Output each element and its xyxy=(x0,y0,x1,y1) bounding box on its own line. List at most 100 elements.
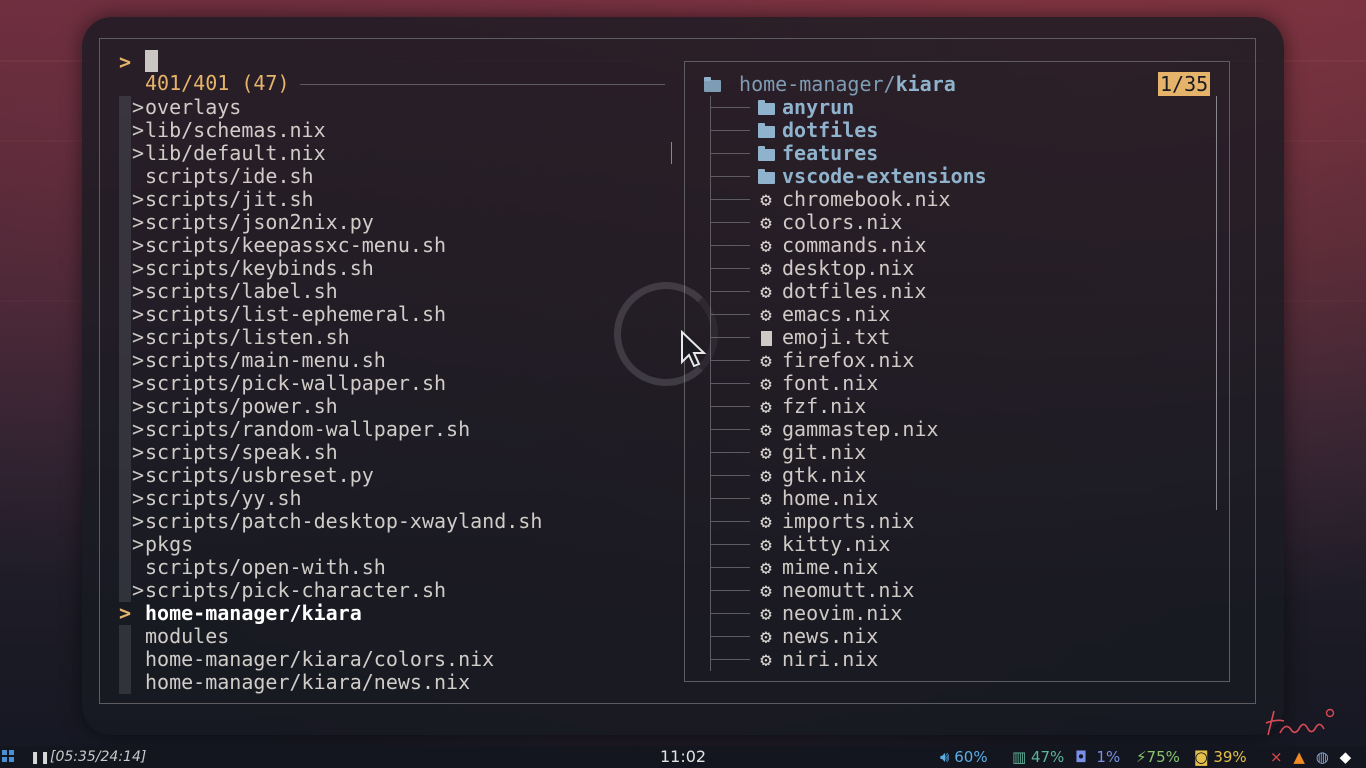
result-path: scripts/random-wallpaper.sh xyxy=(145,417,471,441)
list-item[interactable]: > scripts/main-menu.sh xyxy=(119,349,679,372)
list-item[interactable]: scripts/open-with.sh xyxy=(119,556,679,579)
result-path: scripts/pick-character.sh xyxy=(145,578,447,602)
list-item[interactable]: home-manager/kiara/colors.nix xyxy=(119,648,679,671)
result-path: scripts/open-with.sh xyxy=(145,555,386,579)
selected-result[interactable]: > home-manager/kiara xyxy=(119,602,679,625)
list-item[interactable]: home-manager/kiara/news.nix xyxy=(119,671,679,694)
tree-branch xyxy=(710,659,750,660)
battery-indicator[interactable]: ⚡75% xyxy=(1136,748,1180,766)
tree-branch xyxy=(710,107,750,108)
cpu-icon: ◘ xyxy=(1075,748,1087,766)
list-item[interactable]: modules xyxy=(119,625,679,648)
tree-branch xyxy=(710,360,750,361)
list-item[interactable]: > scripts/json2nix.py xyxy=(119,211,679,234)
preview-scrollbar[interactable] xyxy=(1216,96,1217,510)
query-input[interactable] xyxy=(145,50,158,72)
tree-entry-name: mime.nix xyxy=(782,555,879,579)
selection-gutter xyxy=(119,119,131,142)
memory-value: 47% xyxy=(1030,748,1065,766)
tree-entry-name: neovim.nix xyxy=(782,601,903,625)
brightness-indicator[interactable]: ◙ 39% xyxy=(1194,748,1247,766)
list-item[interactable]: > scripts/random-wallpaper.sh xyxy=(119,418,679,441)
tree-branch xyxy=(710,521,750,522)
multi-select-mark: > xyxy=(132,578,145,602)
cpu-indicator[interactable]: ◘ 1% xyxy=(1075,748,1120,766)
workspaces-icon[interactable] xyxy=(2,750,14,762)
multi-select-mark: > xyxy=(132,486,145,510)
list-item[interactable]: > scripts/list-ephemeral.sh xyxy=(119,303,679,326)
list-item[interactable]: > scripts/usbreset.py xyxy=(119,464,679,487)
tree-file: ⚙ imports.nix xyxy=(704,510,1214,533)
tree-entry-name: vscode-extensions xyxy=(782,164,987,188)
list-item[interactable]: > scripts/pick-wallpaper.sh xyxy=(119,372,679,395)
tree-branch xyxy=(710,268,750,269)
gear-icon: ⚙ xyxy=(760,442,772,464)
list-item[interactable]: > lib/schemas.nix xyxy=(119,119,679,142)
multi-select-mark: > xyxy=(132,141,145,165)
list-item[interactable]: > pkgs xyxy=(119,533,679,556)
selection-gutter xyxy=(119,142,131,165)
memory-icon: ▥ xyxy=(1012,748,1027,766)
selection-gutter xyxy=(119,280,131,303)
gear-icon: ⚙ xyxy=(760,511,772,533)
tree-branch xyxy=(710,314,750,315)
memory-indicator[interactable]: ▥ 47% xyxy=(1012,748,1064,766)
tree-file: ⚙ emacs.nix xyxy=(704,303,1214,326)
volume-indicator[interactable]: 🔊︎ 60% xyxy=(940,748,988,766)
tree-branch xyxy=(710,544,750,545)
brightness-value: 39% xyxy=(1213,748,1247,766)
results-scrollbar[interactable] xyxy=(671,142,672,164)
list-item[interactable]: > scripts/keepassxc-menu.sh xyxy=(119,234,679,257)
preview-counter: 1/35 xyxy=(1158,72,1211,96)
selection-gutter xyxy=(119,234,131,257)
list-item[interactable]: > scripts/keybinds.sh xyxy=(119,257,679,280)
multi-select-mark: > xyxy=(132,233,145,257)
selection-gutter xyxy=(119,487,131,510)
multi-select-mark: > xyxy=(132,95,145,119)
diamond-icon[interactable]: ◆ xyxy=(1340,748,1352,766)
list-item[interactable]: > scripts/listen.sh xyxy=(119,326,679,349)
gear-icon: ⚙ xyxy=(760,281,772,303)
list-item[interactable]: > lib/default.nix xyxy=(119,142,679,165)
gamepad-icon[interactable]: ◍ xyxy=(1316,748,1329,766)
multi-select-mark: > xyxy=(132,371,145,395)
multi-select-mark: > xyxy=(132,118,145,142)
mouse-pointer-icon xyxy=(680,329,708,372)
multi-select-mark: > xyxy=(132,394,145,418)
list-item[interactable]: scripts/ide.sh xyxy=(119,165,679,188)
pause-icon[interactable]: ❚❚ xyxy=(30,748,50,766)
tree-entry-name: news.nix xyxy=(782,624,879,648)
document-icon xyxy=(756,326,776,349)
clock[interactable]: 11:02 xyxy=(660,748,706,766)
tree-file: ⚙ font.nix xyxy=(704,372,1214,395)
vlc-icon[interactable]: ▲ xyxy=(1293,748,1305,766)
list-item[interactable]: > scripts/speak.sh xyxy=(119,441,679,464)
tree-folder: anyrun xyxy=(704,96,1214,119)
tree-entry-name: imports.nix xyxy=(782,509,915,533)
list-item[interactable]: > scripts/yy.sh xyxy=(119,487,679,510)
multi-select-mark: > xyxy=(132,325,145,349)
tree-entry-name: font.nix xyxy=(782,371,879,395)
count-separator xyxy=(300,84,665,85)
list-item[interactable]: > overlays xyxy=(119,96,679,119)
list-item[interactable]: > scripts/patch-desktop-xwayland.sh xyxy=(119,510,679,533)
tree-entry-name: dotfiles xyxy=(782,118,879,142)
gear-icon: ⚙ xyxy=(760,419,772,441)
multi-select-mark: > xyxy=(132,256,145,280)
tree-file: ⚙ gammastep.nix xyxy=(704,418,1214,441)
tree-entry-name: gammastep.nix xyxy=(782,417,939,441)
list-item[interactable]: > scripts/pick-character.sh xyxy=(119,579,679,602)
result-path: overlays xyxy=(145,95,242,119)
result-path: scripts/listen.sh xyxy=(145,325,350,349)
list-item[interactable]: > scripts/jit.sh xyxy=(119,188,679,211)
list-item[interactable]: > scripts/label.sh xyxy=(119,280,679,303)
preview-tree: anyrun dotfiles features vscode-extensions ⚙… xyxy=(704,96,1214,671)
tree-branch xyxy=(710,590,750,591)
list-item[interactable]: > scripts/power.sh xyxy=(119,395,679,418)
network-off-icon[interactable]: ⨯ xyxy=(1270,748,1283,766)
selection-gutter xyxy=(119,165,131,188)
tree-entry-name: features xyxy=(782,141,879,165)
multi-select-mark: > xyxy=(132,348,145,372)
result-path: pkgs xyxy=(145,532,194,556)
tree-file: ⚙ dotfiles.nix xyxy=(704,280,1214,303)
